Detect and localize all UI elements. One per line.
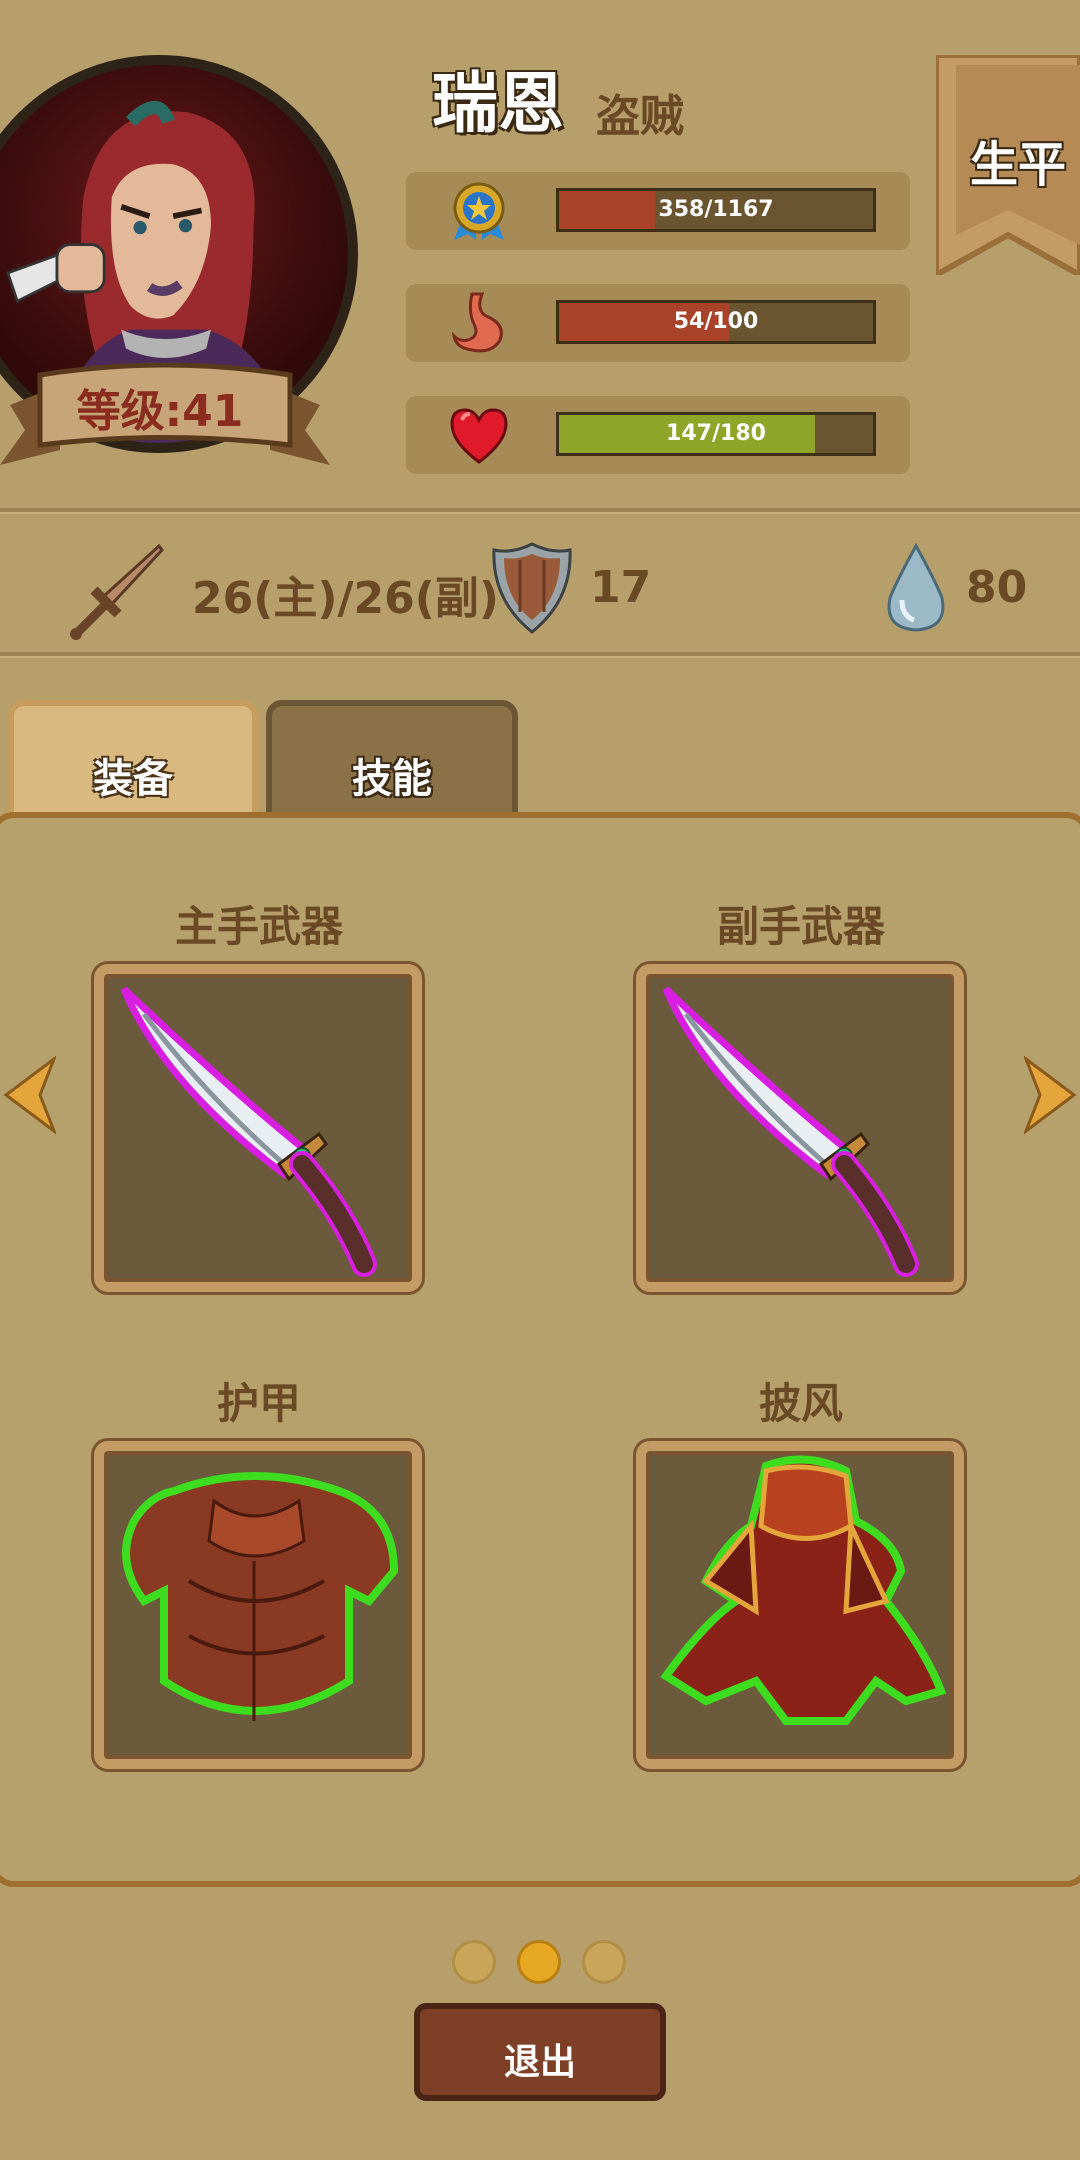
level-label: 等级:41 (76, 386, 244, 437)
water-value: 80 (966, 562, 1028, 613)
stomach-icon (451, 292, 503, 353)
cloak-label: 披风 (758, 1379, 843, 1428)
hunger-panel: 54/100 (406, 284, 910, 362)
arrow-left-icon[interactable] (0, 1055, 56, 1135)
dagger-icon (120, 986, 377, 1277)
armor-slot[interactable] (94, 1441, 422, 1769)
health-value: 147/180 (666, 421, 766, 446)
page-dot-1[interactable] (452, 1940, 496, 1984)
heart-icon (450, 408, 508, 464)
arrow-right-icon[interactable] (1024, 1055, 1080, 1135)
character-name: 瑞恩 (432, 65, 564, 142)
leather-armor-icon (122, 1472, 399, 1721)
divider (0, 652, 1080, 658)
hunger-value: 54/100 (673, 309, 759, 334)
page-dot-3[interactable] (582, 1940, 626, 1984)
experience-value: 358/1167 (658, 197, 774, 222)
attack-value: 26(主)/26(副) (192, 573, 499, 624)
character-class: 盗贼 (596, 91, 684, 142)
medal-icon (453, 182, 505, 240)
health-panel: 147/180 (406, 396, 910, 474)
cloak-slot[interactable] (636, 1441, 964, 1769)
cloak-icon (660, 1455, 947, 1725)
sword-icon (70, 543, 164, 640)
shield-icon (492, 542, 572, 634)
off-hand-label: 副手武器 (716, 902, 885, 951)
main-hand-label: 主手武器 (174, 902, 343, 951)
tab-skills[interactable]: 技能 (266, 700, 518, 820)
water-drop-icon (887, 542, 945, 632)
health-bar: 147/180 (556, 412, 876, 456)
bio-tab-label[interactable]: 生平 (970, 125, 1066, 195)
off-hand-slot[interactable] (636, 964, 964, 1292)
dagger-icon (662, 986, 919, 1277)
divider (0, 508, 1080, 514)
experience-bar: 358/1167 (556, 188, 876, 232)
main-hand-slot[interactable] (94, 964, 422, 1292)
page-dot-2[interactable] (517, 1940, 561, 1984)
tab-equipment[interactable]: 装备 (8, 700, 258, 820)
exit-button[interactable]: 退出 (414, 2003, 666, 2101)
armor-label: 护甲 (216, 1379, 301, 1428)
defense-value: 17 (590, 562, 652, 613)
experience-panel: 358/1167 (406, 172, 910, 250)
hunger-bar: 54/100 (556, 300, 876, 344)
